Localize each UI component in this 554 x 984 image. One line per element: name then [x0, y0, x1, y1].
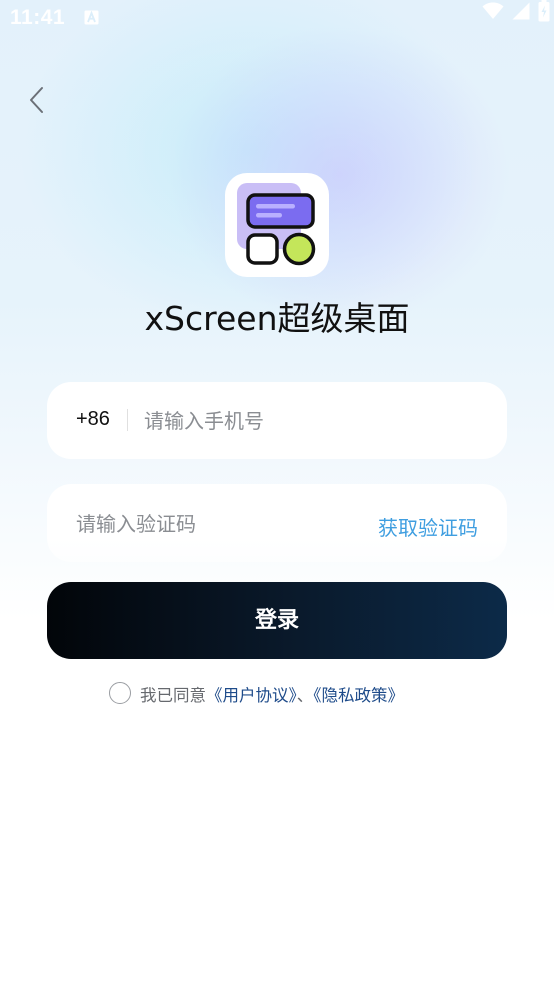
agreement-separator: 、	[296, 686, 314, 705]
agreement-prefix: 我已同意	[140, 686, 206, 705]
back-button[interactable]	[22, 84, 54, 116]
login-button[interactable]: 登录	[47, 582, 507, 659]
user-agreement-link[interactable]: 《用户协议》	[206, 686, 297, 705]
status-time: 11:41	[10, 6, 66, 29]
battery-icon	[538, 0, 550, 22]
agree-checkbox[interactable]	[109, 682, 131, 704]
phone-input[interactable]	[144, 402, 484, 440]
chevron-left-icon	[30, 87, 43, 113]
country-code[interactable]: +86	[76, 408, 110, 431]
privacy-policy-link[interactable]: 《隐私政策》	[313, 686, 404, 705]
verification-code-input[interactable]	[76, 505, 346, 543]
code-field-card: 获取验证码	[47, 484, 507, 562]
signal-icon	[512, 2, 530, 20]
wifi-icon	[482, 2, 504, 20]
a-letter-icon	[84, 10, 99, 25]
app-logo-icon	[237, 183, 316, 266]
status-bar: 11:41	[0, 0, 554, 38]
get-code-button[interactable]: 获取验证码	[378, 512, 478, 541]
app-logo	[225, 173, 329, 277]
phone-field-card: +86	[47, 382, 507, 459]
divider	[127, 409, 128, 431]
app-title: xScreen超级桌面	[144, 299, 410, 338]
agreement-text: 我已同意《用户协议》、《隐私政策》	[140, 682, 404, 706]
